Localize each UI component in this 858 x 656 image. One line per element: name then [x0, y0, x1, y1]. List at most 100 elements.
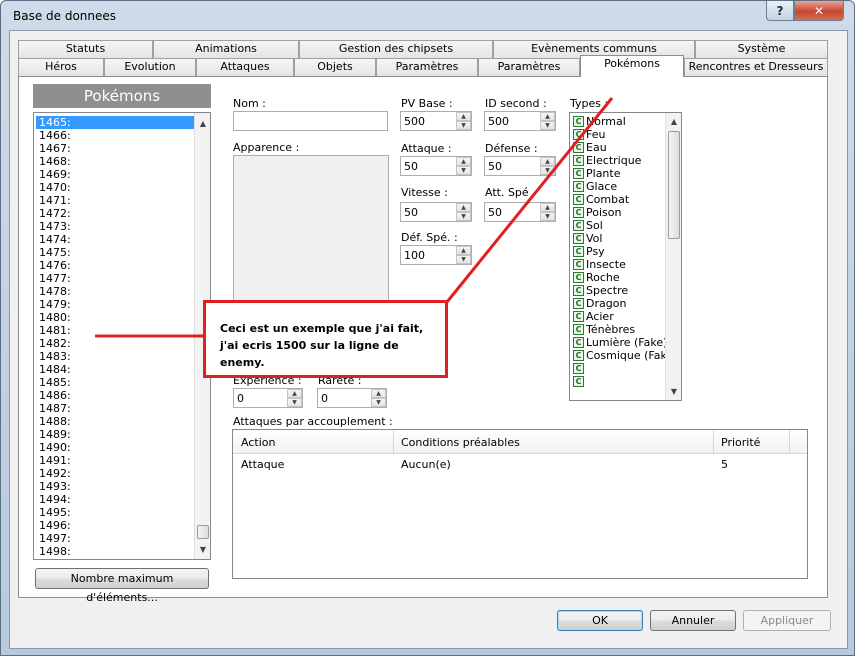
- type-list-item[interactable]: C Spectre: [570, 284, 666, 297]
- scroll-down-arrow-icon[interactable]: ▼: [195, 543, 210, 557]
- list-item[interactable]: 1491:: [36, 454, 194, 467]
- list-item[interactable]: 1477:: [36, 272, 194, 285]
- tab-heros[interactable]: Héros: [18, 58, 104, 76]
- scroll-thumb[interactable]: [197, 525, 209, 539]
- nom-field[interactable]: [233, 111, 388, 131]
- type-list-item[interactable]: C Cosmique (Fake: [570, 349, 673, 362]
- type-checkbox-icon[interactable]: C: [573, 155, 584, 166]
- spin-up-icon[interactable]: ▲: [540, 203, 555, 212]
- list-item[interactable]: 1471:: [36, 194, 194, 207]
- tab-objets[interactable]: Objets: [294, 58, 376, 76]
- list-item[interactable]: 1465:: [36, 116, 194, 129]
- type-checkbox-icon[interactable]: C: [573, 311, 584, 322]
- list-item[interactable]: 1470:: [36, 181, 194, 194]
- type-list-item[interactable]: C Poison: [570, 206, 666, 219]
- list-item[interactable]: 1472:: [36, 207, 194, 220]
- spin-up-icon[interactable]: ▲: [456, 203, 471, 212]
- spin-down-icon[interactable]: ▼: [371, 398, 386, 407]
- pokemon-list[interactable]: 1465: 1466: 1467: 1468: 1469: 1470: 1471: 1472:…: [33, 112, 211, 560]
- appliquer-button[interactable]: Appliquer: [743, 610, 831, 631]
- list-item[interactable]: 1495:: [36, 506, 194, 519]
- list-item[interactable]: 1466:: [36, 129, 194, 142]
- rarete-spinner[interactable]: 0 ▲ ▼: [317, 388, 387, 408]
- col-action[interactable]: Action: [241, 436, 275, 449]
- type-list-item[interactable]: C Vol: [570, 232, 666, 245]
- type-checkbox-icon[interactable]: C: [573, 259, 584, 270]
- list-item[interactable]: 1484:: [36, 363, 194, 376]
- tab-animations[interactable]: Animations: [153, 40, 299, 58]
- type-checkbox-icon[interactable]: C: [573, 116, 584, 127]
- type-checkbox-icon[interactable]: C: [573, 194, 584, 205]
- type-list-item[interactable]: C: [570, 375, 666, 388]
- type-checkbox-icon[interactable]: C: [573, 181, 584, 192]
- type-checkbox-icon[interactable]: C: [573, 233, 584, 244]
- type-list-item[interactable]: C Sol: [570, 219, 666, 232]
- list-item[interactable]: 1475:: [36, 246, 194, 259]
- type-checkbox-icon[interactable]: C: [573, 272, 584, 283]
- tab-parametres-2[interactable]: Paramètres: [478, 58, 580, 76]
- type-checkbox-icon[interactable]: C: [573, 285, 584, 296]
- list-item[interactable]: 1476:: [36, 259, 194, 272]
- scroll-thumb[interactable]: [668, 131, 680, 239]
- type-list-item[interactable]: C Ténèbres: [570, 323, 666, 336]
- list-item[interactable]: 1485:: [36, 376, 194, 389]
- type-list-item[interactable]: C Combat: [570, 193, 666, 206]
- tab-evolution[interactable]: Evolution: [104, 58, 196, 76]
- att-spe-spinner[interactable]: 50 ▲ ▼: [484, 202, 556, 222]
- type-checkbox-icon[interactable]: C: [573, 168, 584, 179]
- spin-up-icon[interactable]: ▲: [371, 389, 386, 398]
- close-button[interactable]: ✕: [794, 1, 844, 21]
- attaque-spinner[interactable]: 50 ▲ ▼: [400, 156, 472, 176]
- type-list-item[interactable]: C Eau: [570, 141, 666, 154]
- tab-parametres-1[interactable]: Paramètres: [376, 58, 478, 76]
- col-priorite[interactable]: Priorité: [721, 436, 760, 449]
- list-item[interactable]: 1493:: [36, 480, 194, 493]
- type-checkbox-icon[interactable]: C: [573, 129, 584, 140]
- list-item[interactable]: 1481:: [36, 324, 194, 337]
- spin-up-icon[interactable]: ▲: [456, 157, 471, 166]
- type-checkbox-icon[interactable]: C: [573, 142, 584, 153]
- list-item[interactable]: 1469:: [36, 168, 194, 181]
- col-conditions[interactable]: Conditions préalables: [401, 436, 520, 449]
- type-checkbox-icon[interactable]: C: [573, 350, 584, 361]
- type-list-item[interactable]: C Dragon: [570, 297, 666, 310]
- type-list-item[interactable]: C Plante: [570, 167, 666, 180]
- type-list-item[interactable]: C Roche: [570, 271, 666, 284]
- spin-down-icon[interactable]: ▼: [540, 121, 555, 130]
- vitesse-spinner[interactable]: 50 ▲ ▼: [400, 202, 472, 222]
- id-second-spinner[interactable]: 500 ▲ ▼: [484, 111, 556, 131]
- spin-down-icon[interactable]: ▼: [540, 212, 555, 221]
- annuler-button[interactable]: Annuler: [650, 610, 736, 631]
- list-item[interactable]: 1479:: [36, 298, 194, 311]
- tab-pokemons[interactable]: Pokémons: [580, 55, 684, 77]
- spin-down-icon[interactable]: ▼: [456, 255, 471, 264]
- list-item[interactable]: 1498:: [36, 545, 194, 558]
- spin-down-icon[interactable]: ▼: [540, 166, 555, 175]
- type-list-item[interactable]: C Electrique: [570, 154, 666, 167]
- type-list-item[interactable]: C Glace: [570, 180, 666, 193]
- list-item[interactable]: 1488:: [36, 415, 194, 428]
- list-item[interactable]: 1490:: [36, 441, 194, 454]
- type-checkbox-icon[interactable]: C: [573, 207, 584, 218]
- max-elements-button[interactable]: Nombre maximum d'éléments...: [35, 568, 209, 604]
- list-item[interactable]: 1489:: [36, 428, 194, 441]
- scroll-up-arrow-icon[interactable]: ▲: [666, 115, 681, 129]
- list-item[interactable]: 1483:: [36, 350, 194, 363]
- spin-down-icon[interactable]: ▼: [456, 212, 471, 221]
- spin-up-icon[interactable]: ▲: [540, 157, 555, 166]
- type-checkbox-icon[interactable]: C: [573, 363, 584, 374]
- type-checkbox-icon[interactable]: C: [573, 220, 584, 231]
- help-button[interactable]: ?: [766, 1, 794, 21]
- scroll-down-arrow-icon[interactable]: ▼: [666, 385, 681, 399]
- list-item[interactable]: 1480:: [36, 311, 194, 324]
- list-item[interactable]: 1482:: [36, 337, 194, 350]
- spin-up-icon[interactable]: ▲: [540, 112, 555, 121]
- tab-systeme[interactable]: Système: [695, 40, 828, 58]
- spin-down-icon[interactable]: ▼: [456, 121, 471, 130]
- list-item[interactable]: 1497:: [36, 532, 194, 545]
- type-list-item[interactable]: C Acier: [570, 310, 666, 323]
- types-list[interactable]: C Normal C Feu C Eau C Electrique C Plante C Glace C…: [569, 112, 682, 401]
- tab-attaques[interactable]: Attaques: [196, 58, 294, 76]
- list-item[interactable]: 1467:: [36, 142, 194, 155]
- type-list-item[interactable]: C Psy: [570, 245, 666, 258]
